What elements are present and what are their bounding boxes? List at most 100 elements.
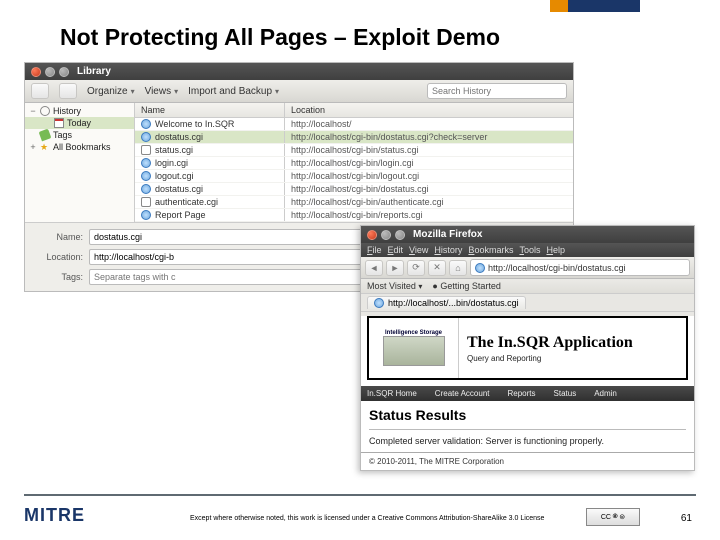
list-item[interactable]: status.cgi http://localhost/cgi-bin/statu… xyxy=(135,144,573,157)
slide-accent xyxy=(550,0,640,12)
firefox-window: Mozilla Firefox File Edit View History Bookm… xyxy=(360,225,695,471)
library-list: Name Location Welcome to In.SQRhttp://lo… xyxy=(135,103,573,222)
organize-button[interactable]: Organize▾ xyxy=(87,86,135,97)
row-name: authenticate.cgi xyxy=(155,197,218,207)
tab-label: http://localhost/...bin/dostatus.cgi xyxy=(388,298,519,308)
back-button[interactable]: ◄ xyxy=(365,260,383,276)
slide-title: Not Protecting All Pages – Exploit Demo xyxy=(60,24,500,51)
app-subtitle: Query and Reporting xyxy=(467,354,686,363)
url-bar[interactable]: http://localhost/cgi-bin/dostatus.cgi xyxy=(470,259,690,276)
nav-link[interactable]: Admin xyxy=(594,389,617,398)
forward-button[interactable]: ► xyxy=(386,260,404,276)
nav-link[interactable]: Reports xyxy=(508,389,536,398)
tab-active[interactable]: http://localhost/...bin/dostatus.cgi xyxy=(367,296,526,309)
page-footer: © 2010-2011, The MITRE Corporation xyxy=(361,452,694,470)
menu-help[interactable]: Help xyxy=(546,245,565,255)
row-location: http://localhost/cgi-bin/authenticate.cg… xyxy=(285,196,573,208)
list-item[interactable]: authenticate.cgi http://localhost/cgi-bin… xyxy=(135,196,573,209)
home-button[interactable]: ⌂ xyxy=(449,260,467,276)
tag-icon xyxy=(39,129,52,142)
menu-edit[interactable]: Edit xyxy=(388,245,404,255)
page-nav: In.SQR Home Create Account Reports Status Ad… xyxy=(361,386,694,401)
globe-icon xyxy=(141,210,151,220)
menu-bookmarks[interactable]: Bookmarks xyxy=(468,245,513,255)
row-location: http://localhost/cgi-bin/login.cgi xyxy=(285,157,573,169)
tree-item-today[interactable]: Today xyxy=(25,117,134,129)
row-name: Report Page xyxy=(155,210,206,220)
search-input[interactable] xyxy=(427,83,567,99)
firefox-navbar: ◄ ► ⟳ ✕ ⌂ http://localhost/cgi-bin/dosta… xyxy=(361,257,694,279)
library-title: Library xyxy=(77,66,111,77)
list-header[interactable]: Name Location xyxy=(135,103,573,118)
row-location: http://localhost/cgi-bin/logout.cgi xyxy=(285,170,573,182)
page-number: 61 xyxy=(681,513,692,524)
menu-history[interactable]: History xyxy=(434,245,462,255)
row-location: http://localhost/cgi-bin/dostatus.cgi?ch… xyxy=(285,131,573,143)
list-item[interactable]: logout.cgi http://localhost/cgi-bin/logou… xyxy=(135,170,573,183)
row-name: login.cgi xyxy=(155,158,188,168)
list-item[interactable]: dostatus.cgi http://localhost/cgi-bin/dos… xyxy=(135,131,573,144)
page-icon xyxy=(141,197,151,207)
close-icon[interactable] xyxy=(367,230,377,240)
tab-strip: http://localhost/...bin/dostatus.cgi xyxy=(361,294,694,312)
row-name: status.cgi xyxy=(155,145,193,155)
row-name: dostatus.cgi xyxy=(155,132,203,142)
star-icon: ★ xyxy=(40,142,50,152)
mitre-logo: MITRE xyxy=(24,505,85,526)
firefox-titlebar[interactable]: Mozilla Firefox xyxy=(361,226,694,243)
import-backup-button[interactable]: Import and Backup▾ xyxy=(188,86,279,97)
globe-icon xyxy=(374,298,384,308)
nav-forward-button[interactable] xyxy=(59,83,77,99)
page-body-text: Completed server validation: Server is f… xyxy=(369,436,686,446)
bookmarks-toolbar: Most Visited ▾ ● Getting Started xyxy=(361,279,694,294)
globe-icon xyxy=(141,171,151,181)
views-button[interactable]: Views▾ xyxy=(145,86,179,97)
stop-button[interactable]: ✕ xyxy=(428,260,446,276)
row-location: http://localhost/cgi-bin/dostatus.cgi xyxy=(285,183,573,195)
globe-icon xyxy=(141,119,151,129)
list-item[interactable]: Report Page http://localhost/cgi-bin/repo… xyxy=(135,209,573,222)
col-name: Name xyxy=(135,103,285,117)
library-search xyxy=(427,83,567,99)
row-location: http://localhost/ xyxy=(285,118,573,130)
page-heading: Status Results xyxy=(369,407,686,423)
app-title: The In.SQR Application xyxy=(467,334,686,352)
menu-view[interactable]: View xyxy=(409,245,428,255)
row-location: http://localhost/cgi-bin/reports.cgi xyxy=(285,209,573,221)
row-name: logout.cgi xyxy=(155,171,194,181)
license-text: Except where otherwise noted, this work … xyxy=(190,515,544,522)
list-item[interactable]: login.cgi http://localhost/cgi-bin/login.… xyxy=(135,157,573,170)
menu-file[interactable]: File xyxy=(367,245,382,255)
clock-icon xyxy=(40,106,50,116)
menu-tools[interactable]: Tools xyxy=(519,245,540,255)
calendar-icon xyxy=(54,118,64,128)
tree-item-history[interactable]: −History xyxy=(25,105,134,117)
library-titlebar[interactable]: Library xyxy=(25,63,573,80)
nav-link[interactable]: Status xyxy=(554,389,577,398)
firefox-title: Mozilla Firefox xyxy=(413,229,482,240)
list-item[interactable]: Welcome to In.SQRhttp://localhost/ xyxy=(135,118,573,131)
getting-started-button[interactable]: ● Getting Started xyxy=(432,281,500,291)
minimize-icon[interactable] xyxy=(45,67,55,77)
nav-link[interactable]: Create Account xyxy=(435,389,490,398)
list-item[interactable]: dostatus.cgi http://localhost/cgi-bin/dos… xyxy=(135,183,573,196)
tree-item-bookmarks[interactable]: +★All Bookmarks xyxy=(25,141,134,153)
row-name: dostatus.cgi xyxy=(155,184,203,194)
app-banner: Intelligence Storage The In.SQR Applicat… xyxy=(367,316,688,380)
nav-link[interactable]: In.SQR Home xyxy=(367,389,417,398)
library-tree: −History Today Tags +★All Bookmarks xyxy=(25,103,135,222)
globe-icon xyxy=(141,158,151,168)
reload-button[interactable]: ⟳ xyxy=(407,260,425,276)
row-location: http://localhost/cgi-bin/status.cgi xyxy=(285,144,573,156)
maximize-icon[interactable] xyxy=(59,67,69,77)
minimize-icon[interactable] xyxy=(381,230,391,240)
cc-badge: CC🄍⊜ xyxy=(586,508,640,526)
divider xyxy=(24,494,696,496)
maximize-icon[interactable] xyxy=(395,230,405,240)
most-visited-button[interactable]: Most Visited ▾ xyxy=(367,281,422,291)
globe-icon xyxy=(141,184,151,194)
tree-item-tags[interactable]: Tags xyxy=(25,129,134,141)
library-toolbar: Organize▾ Views▾ Import and Backup▾ xyxy=(25,80,573,103)
close-icon[interactable] xyxy=(31,67,41,77)
nav-back-button[interactable] xyxy=(31,83,49,99)
